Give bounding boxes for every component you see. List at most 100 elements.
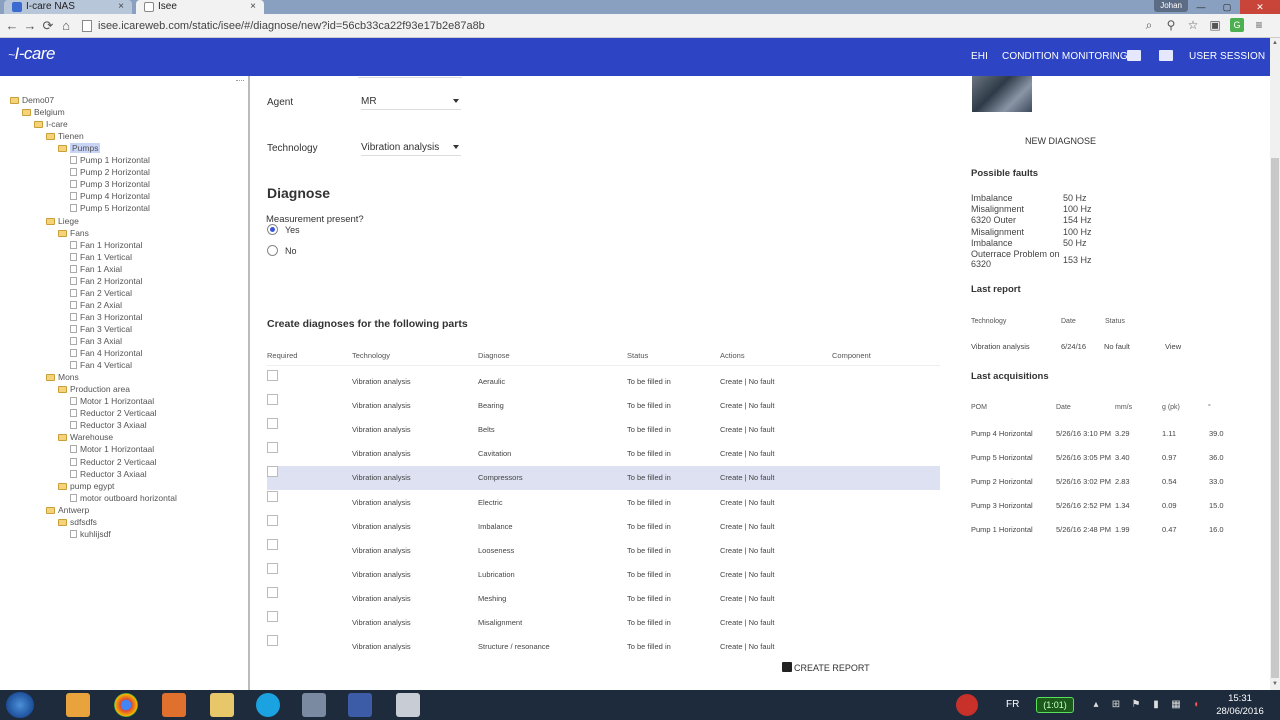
antivirus-icon[interactable] xyxy=(956,694,978,716)
tree-item[interactable]: Motor 1 Horizontaal xyxy=(70,443,154,455)
skype-icon[interactable] xyxy=(256,693,280,717)
required-checkbox[interactable] xyxy=(267,635,278,647)
tree-folder[interactable]: Antwerp xyxy=(46,504,89,516)
radio-yes[interactable] xyxy=(267,224,278,235)
tree-folder[interactable]: Fans xyxy=(58,227,89,239)
tree-item[interactable]: Pump 4 Horizontal xyxy=(70,190,150,202)
menu-icon[interactable]: ≡ xyxy=(1252,18,1266,32)
tree-folder[interactable]: sdfsdfs xyxy=(58,516,97,528)
extension-icon[interactable]: G xyxy=(1230,18,1244,32)
asset-thumbnail[interactable] xyxy=(972,76,1032,112)
row-actions-links[interactable]: Create | No fault xyxy=(720,425,774,434)
tree-folder[interactable]: pump egypt xyxy=(58,480,114,492)
required-checkbox[interactable] xyxy=(267,466,278,478)
maximize-icon[interactable]: ▢ xyxy=(1214,0,1240,14)
tree-item[interactable]: Pump 2 Horizontal xyxy=(70,166,150,178)
tree-item[interactable]: Fan 2 Vertical xyxy=(70,287,132,299)
tree-item[interactable]: motor outboard horizontal xyxy=(70,492,177,504)
row-actions-links[interactable]: Create | No fault xyxy=(720,377,774,386)
nav-condition-monitoring[interactable]: CONDITION MONITORING xyxy=(1002,51,1128,62)
close-tab-icon[interactable]: × xyxy=(118,0,124,13)
browser-user-badge[interactable]: Johan xyxy=(1154,0,1188,12)
browser-tab-isee[interactable]: Isee × xyxy=(136,0,264,14)
scrollbar-thumb[interactable] xyxy=(1271,158,1279,678)
tree-folder[interactable]: Warehouse xyxy=(58,431,113,443)
bookmark-star-icon[interactable]: ☆ xyxy=(1186,18,1200,32)
windows-start-icon[interactable] xyxy=(6,692,34,718)
tree-item[interactable]: Fan 2 Horizontal xyxy=(70,275,142,287)
required-checkbox[interactable] xyxy=(267,370,278,381)
view-report-link[interactable]: View xyxy=(1165,342,1181,351)
tree-item[interactable]: Motor 1 Horizontaal xyxy=(70,395,154,407)
create-report-button[interactable]: CREATE REPORT xyxy=(782,662,870,673)
zoom-icon[interactable]: ⌕ xyxy=(1142,18,1156,32)
tree-item[interactable]: Fan 1 Axial xyxy=(70,263,122,275)
chrome-icon[interactable] xyxy=(114,693,138,717)
file-explorer-icon[interactable] xyxy=(210,693,234,717)
volume-muted-icon[interactable]: ◖ xyxy=(1190,699,1202,711)
row-actions-links[interactable]: Create | No fault xyxy=(720,618,774,627)
tree-item[interactable]: Reductor 3 Axiaal xyxy=(70,419,147,431)
back-icon[interactable]: ← xyxy=(4,18,20,34)
tree-item[interactable]: Fan 3 Axial xyxy=(70,335,122,347)
minimize-icon[interactable]: — xyxy=(1188,0,1214,14)
tree-folder[interactable]: Belgium xyxy=(22,106,65,118)
tree-item[interactable]: Fan 1 Horizontal xyxy=(70,239,142,251)
media-player-icon[interactable] xyxy=(66,693,90,717)
row-actions-links[interactable]: Create | No fault xyxy=(720,449,774,458)
tree-folder[interactable]: Mons xyxy=(46,371,79,383)
tree-item[interactable]: Reductor 3 Axiaal xyxy=(70,468,147,480)
row-actions-links[interactable]: Create | No fault xyxy=(720,546,774,555)
battery-indicator[interactable]: (1:01) xyxy=(1036,697,1074,713)
chevron-up-icon[interactable]: ▴ xyxy=(1090,699,1102,711)
windows-explorer-icon[interactable] xyxy=(348,693,372,717)
tree-item[interactable]: Pump 1 Horizontal xyxy=(70,154,150,166)
home-icon[interactable]: ⌂ xyxy=(58,18,74,34)
required-checkbox[interactable] xyxy=(267,442,278,454)
windows-flag-icon[interactable]: ⊞ xyxy=(1110,699,1122,711)
radio-no[interactable] xyxy=(267,245,278,256)
tree-item[interactable]: Reductor 2 Verticaal xyxy=(70,407,157,419)
app-window-icon[interactable] xyxy=(396,693,420,717)
technology-select[interactable]: Vibration analysis xyxy=(361,142,461,156)
tree-item[interactable]: Fan 4 Vertical xyxy=(70,359,132,371)
language-indicator[interactable]: FR xyxy=(1006,690,1019,720)
required-checkbox[interactable] xyxy=(267,538,278,550)
tree-item[interactable]: Fan 4 Horizontal xyxy=(70,347,142,359)
scroll-up-icon[interactable]: ▲ xyxy=(1271,39,1279,47)
nav-user-session[interactable]: USER SESSION xyxy=(1189,51,1265,62)
tree-folder[interactable]: Production area xyxy=(58,383,130,395)
row-actions-links[interactable]: Create | No fault xyxy=(720,401,774,410)
tree-folder[interactable]: Pumps xyxy=(58,142,101,154)
required-checkbox[interactable] xyxy=(267,562,278,574)
required-checkbox[interactable] xyxy=(267,586,278,598)
network-icon[interactable]: ▦ xyxy=(1170,699,1182,711)
cast-icon[interactable]: ▣ xyxy=(1208,18,1222,32)
tree-folder[interactable]: Liege xyxy=(46,215,79,227)
tree-item[interactable]: Fan 3 Horizontal xyxy=(70,311,142,323)
tree-item[interactable]: Pump 5 Horizontal xyxy=(70,202,150,214)
tree-folder[interactable]: Tienen xyxy=(46,130,84,142)
window-close-icon[interactable]: ✕ xyxy=(1240,0,1280,14)
browser-tab-icare-nas[interactable]: I-care NAS × xyxy=(4,0,132,14)
scroll-down-icon[interactable]: ▼ xyxy=(1271,680,1279,688)
icare-logo[interactable]: ~I-care xyxy=(8,44,55,64)
tree-item[interactable]: Reductor 2 Verticaal xyxy=(70,456,157,468)
row-actions-links[interactable]: Create | No fault xyxy=(720,473,774,482)
forward-icon[interactable]: → xyxy=(22,18,38,34)
row-actions-links[interactable]: Create | No fault xyxy=(720,498,774,507)
tree-item[interactable]: Pump 3 Horizontal xyxy=(70,178,150,190)
required-checkbox[interactable] xyxy=(267,490,278,502)
required-checkbox[interactable] xyxy=(267,394,278,406)
tree-item[interactable]: Fan 2 Axial xyxy=(70,299,122,311)
outlook-icon[interactable] xyxy=(162,693,186,717)
row-actions-links[interactable]: Create | No fault xyxy=(720,522,774,531)
address-bar[interactable]: isee.icareweb.com/static/isee/#/diagnose… xyxy=(80,17,1180,35)
tree-item[interactable]: Fan 3 Vertical xyxy=(70,323,132,335)
remote-desktop-icon[interactable] xyxy=(302,693,326,717)
battery-icon[interactable]: ▮ xyxy=(1150,699,1162,711)
contact-card-icon[interactable] xyxy=(1127,50,1141,61)
page-scrollbar[interactable]: ▲ ▼ xyxy=(1270,38,1280,690)
required-checkbox[interactable] xyxy=(267,514,278,526)
mail-icon[interactable] xyxy=(1159,50,1173,61)
